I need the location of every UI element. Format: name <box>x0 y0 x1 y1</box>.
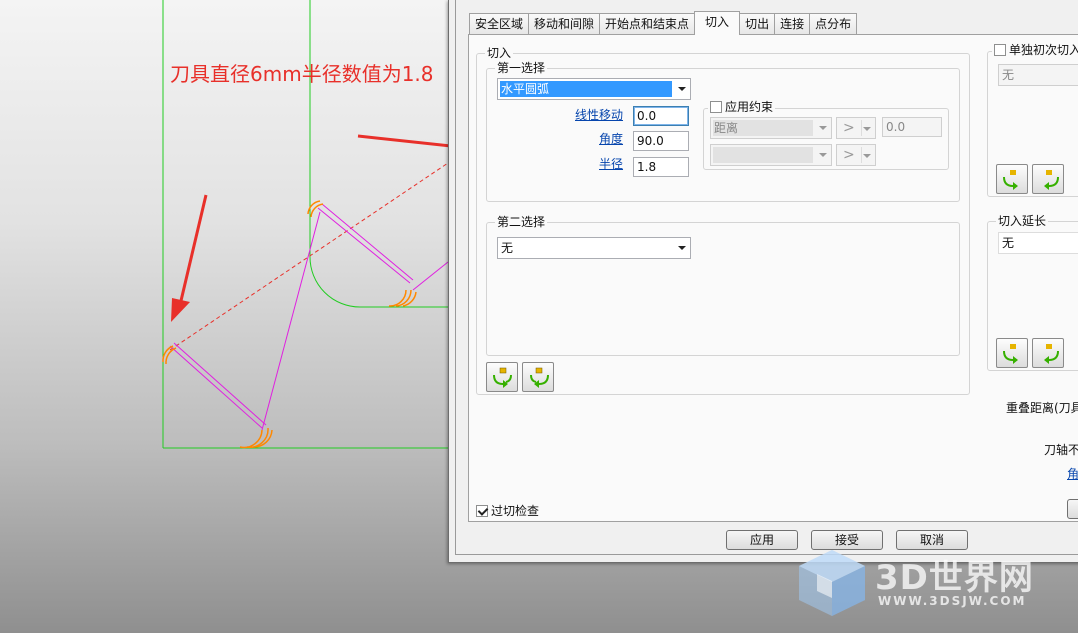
extension-select[interactable]: 无 <box>998 232 1078 254</box>
constraint-group: 应用约束 距离 > 0.0 > <box>703 100 949 170</box>
cube-logo-icon <box>799 550 865 616</box>
first-choice-label: 第一选择 <box>495 61 548 75</box>
tab-links[interactable]: 连接 <box>774 13 811 35</box>
toolpath <box>169 203 449 431</box>
angle-link-right[interactable]: 角 <box>1067 465 1078 482</box>
second-choice-type-select[interactable]: 无 <box>497 237 691 259</box>
separate-copy-up-button[interactable] <box>1032 164 1064 194</box>
accept-button[interactable]: 接受 <box>811 530 883 550</box>
dialog-frame: 安全区域 移动和间隙 开始点和结束点 切入 切出 连接 点分布 切入 第一选择 … <box>455 0 1078 555</box>
second-choice-type-value: 无 <box>501 241 514 255</box>
copy-to-second-button[interactable] <box>486 362 518 392</box>
swap-down-icon <box>493 367 512 388</box>
constraint-operator-2[interactable]: > <box>836 144 876 166</box>
separate-first-checkbox-row[interactable]: 单独初次切入 <box>992 43 1078 57</box>
radius-input[interactable]: 1.8 <box>633 157 689 177</box>
lead-in-group: 切入 第一选择 水平圆弧 线性移动 0.0 角度 90.0 半径 1.8 应用约… <box>476 46 970 395</box>
swap-down-icon <box>1003 344 1018 364</box>
tab-point-distribution[interactable]: 点分布 <box>809 13 858 35</box>
linear-move-link[interactable]: 线性移动 <box>575 106 623 123</box>
constraint-checkbox[interactable] <box>710 101 722 113</box>
constraint-value-input[interactable]: 0.0 <box>882 117 942 137</box>
constraint-type-select[interactable]: 距离 <box>710 117 832 139</box>
constraint-checkbox-row[interactable]: 应用约束 <box>708 100 776 114</box>
first-choice-type-value: 水平圆弧 <box>501 82 550 96</box>
constraint-label: 应用约束 <box>725 100 774 114</box>
extension-group: 切入延长 无 <box>987 214 1078 371</box>
swap-down-icon <box>1003 170 1018 190</box>
watermark: 3D世界网 WWW.3DSJW.COM <box>795 548 1065 618</box>
apply-button[interactable]: 应用 <box>726 530 798 550</box>
separate-first-value: 无 <box>1002 68 1015 82</box>
separate-first-checkbox[interactable] <box>994 44 1006 56</box>
first-choice-group: 第一选择 水平圆弧 线性移动 0.0 角度 90.0 半径 1.8 应用约束 距… <box>486 61 960 202</box>
greater-than-icon: > <box>843 120 855 136</box>
second-choice-label: 第二选择 <box>495 215 548 229</box>
constraint-operator-1[interactable]: > <box>836 117 876 139</box>
cancel-button[interactable]: 取消 <box>896 530 968 550</box>
separate-copy-down-button[interactable] <box>996 164 1028 194</box>
separate-first-label: 单独初次切入 <box>1009 43 1078 57</box>
lead-in-arcs <box>162 200 417 449</box>
copy-to-first-button[interactable] <box>522 362 554 392</box>
tab-lead-out[interactable]: 切出 <box>739 13 776 35</box>
radius-link[interactable]: 半径 <box>599 155 623 172</box>
tab-bar: 安全区域 移动和间隙 开始点和结束点 切入 切出 连接 点分布 <box>469 11 858 35</box>
tab-lead-in[interactable]: 切入 <box>694 11 741 35</box>
tool-axis-label: 刀轴不 <box>1044 443 1078 457</box>
swap-up-icon <box>530 367 549 388</box>
extension-copy-up-button[interactable] <box>1032 338 1064 368</box>
angle-input[interactable]: 90.0 <box>633 131 689 151</box>
annotation-text: 刀具直径6mm半径数值为1.8 <box>170 62 434 86</box>
extension-label: 切入延长 <box>996 214 1049 228</box>
watermark-url: WWW.3DSJW.COM <box>878 594 1027 608</box>
lead-in-panel: 切入 第一选择 水平圆弧 线性移动 0.0 角度 90.0 半径 1.8 应用约… <box>468 34 1078 522</box>
watermark-title: 3D世界网 <box>875 558 1034 598</box>
toolpath-dialog: 安全区域 移动和间隙 开始点和结束点 切入 切出 连接 点分布 切入 第一选择 … <box>448 0 1078 563</box>
overlap-distance-label: 重叠距离(刀具 <box>1006 401 1078 415</box>
second-choice-group: 第二选择 无 <box>486 215 960 356</box>
linear-move-input[interactable]: 0.0 <box>633 106 689 126</box>
chevron-down-icon <box>863 154 871 158</box>
overcut-label: 过切检查 <box>491 504 540 518</box>
right-panel-button[interactable] <box>1067 499 1078 519</box>
first-choice-type-select[interactable]: 水平圆弧 <box>497 78 691 100</box>
swap-up-icon <box>1044 170 1059 190</box>
separate-first-select[interactable]: 无 <box>998 64 1078 86</box>
chevron-down-icon <box>678 87 686 91</box>
lead-in-group-label: 切入 <box>485 46 514 60</box>
chevron-down-icon <box>819 153 827 157</box>
tab-moves-clearance[interactable]: 移动和间隙 <box>528 13 601 35</box>
chevron-down-icon <box>678 246 686 250</box>
angle-link[interactable]: 角度 <box>599 130 623 147</box>
tab-start-end-point[interactable]: 开始点和结束点 <box>599 13 696 35</box>
tab-safe-area[interactable]: 安全区域 <box>469 13 530 35</box>
extension-value: 无 <box>1002 236 1015 250</box>
dashed-reference-line <box>169 162 449 351</box>
constraint-type-value: 距离 <box>714 121 739 135</box>
constraint-type-select-2[interactable] <box>710 144 832 166</box>
separate-first-group: 单独初次切入 无 <box>987 43 1078 197</box>
overcut-checkbox[interactable] <box>476 505 488 517</box>
extension-copy-down-button[interactable] <box>996 338 1028 368</box>
overcut-check-row[interactable]: 过切检查 <box>476 502 539 519</box>
greater-than-icon: > <box>843 147 855 163</box>
swap-up-icon <box>1044 344 1059 364</box>
chevron-down-icon <box>863 127 871 131</box>
chevron-down-icon <box>819 126 827 130</box>
